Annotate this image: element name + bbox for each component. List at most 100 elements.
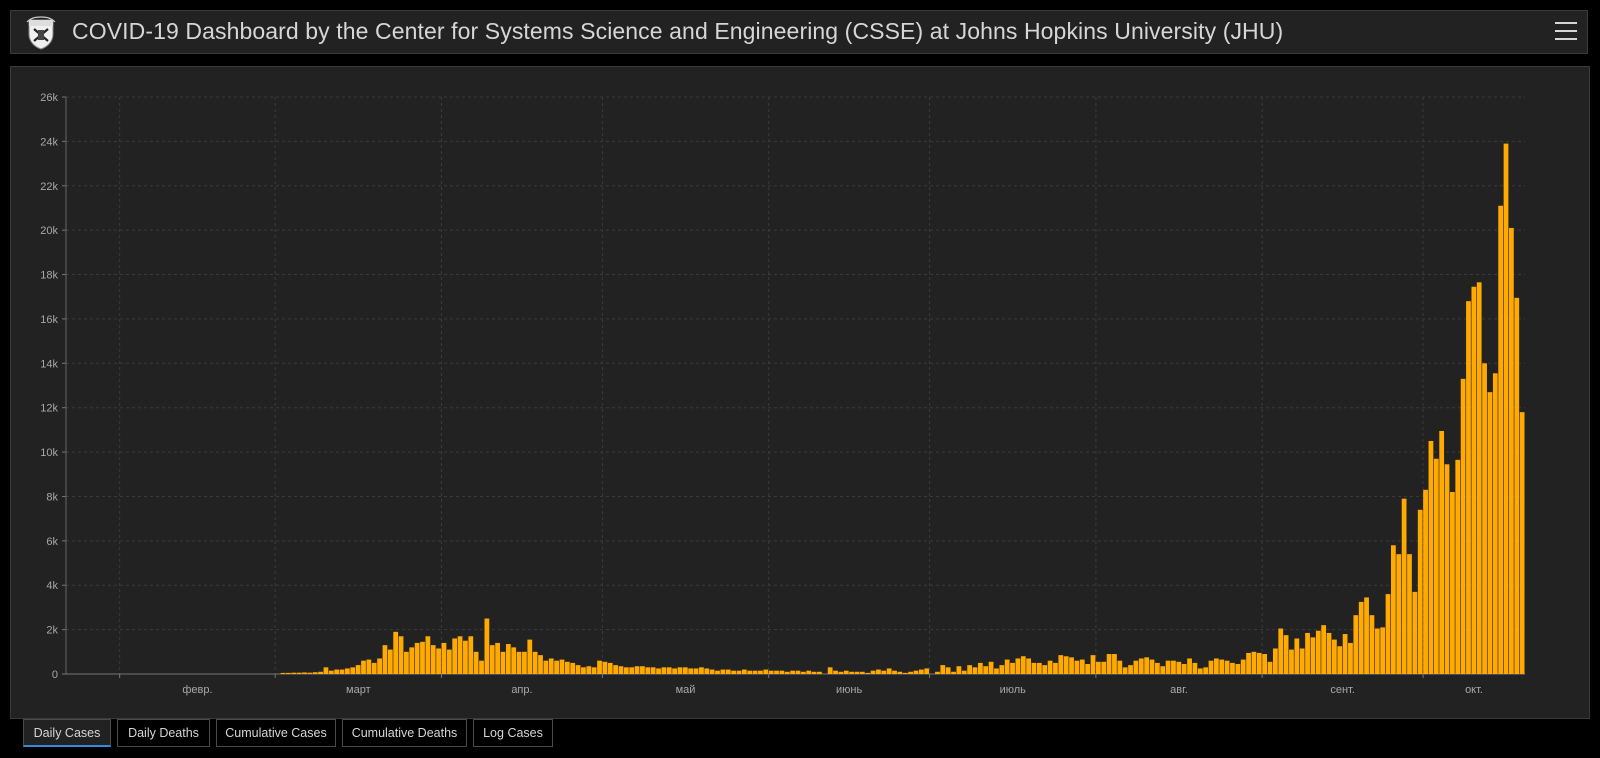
- chart-bar: [1492, 373, 1498, 674]
- x-tick-label: март: [346, 684, 371, 696]
- y-tick-label: 6k: [46, 536, 58, 548]
- chart-bar: [1090, 655, 1096, 674]
- chart-bar: [876, 669, 881, 674]
- chart-bar: [704, 668, 710, 674]
- chart-bar: [1026, 658, 1032, 674]
- chart-bar: [688, 668, 694, 674]
- chart-bar: [763, 669, 769, 674]
- chart-bar: [1358, 601, 1364, 675]
- chart-bar: [935, 671, 940, 674]
- chart-bar: [1015, 658, 1021, 674]
- chart-bar: [1036, 662, 1042, 674]
- chart-bar: [334, 669, 340, 674]
- chart-bar: [468, 636, 474, 674]
- chart-bar: [1471, 286, 1477, 674]
- chart-bar: [1460, 378, 1466, 674]
- chart-bar: [736, 670, 742, 674]
- chart-bar: [656, 668, 661, 674]
- chart-bar: [1208, 660, 1214, 674]
- chart-bar: [420, 641, 425, 674]
- chart-bar: [918, 669, 924, 674]
- tab-cumulative-cases[interactable]: Cumulative Cases: [216, 719, 336, 747]
- chart-bar: [677, 667, 683, 674]
- chart-bar: [768, 670, 774, 674]
- chart-bar: [940, 665, 946, 674]
- tab-daily-cases[interactable]: Daily Cases: [23, 719, 111, 747]
- chart-bar: [1085, 664, 1091, 674]
- chart-bar: [865, 672, 871, 674]
- chart-bar: [296, 672, 302, 674]
- chart-bar: [328, 670, 334, 674]
- chart-bar: [1391, 545, 1396, 674]
- chart-bar: [382, 645, 388, 674]
- y-tick-label: 26k: [40, 92, 58, 104]
- chart-bar: [693, 668, 699, 674]
- chart-bar: [597, 660, 602, 674]
- chart-bar: [377, 658, 382, 674]
- chart-bar: [1058, 655, 1064, 674]
- chart-bar: [1337, 646, 1343, 674]
- chart-bar: [795, 670, 801, 674]
- chart-bar: [897, 671, 903, 674]
- chart-bar: [870, 670, 876, 674]
- chart-bar: [720, 669, 726, 674]
- chart-bar: [774, 670, 779, 674]
- chart-bar: [1498, 205, 1504, 675]
- tab-log-cases[interactable]: Log Cases: [473, 719, 553, 747]
- chart-bar: [1423, 489, 1428, 674]
- chart-bar: [607, 662, 613, 674]
- chart-bar: [1278, 628, 1284, 674]
- chart-bar: [548, 658, 554, 674]
- chart-bar: [1042, 665, 1048, 674]
- chart-bar: [1299, 648, 1305, 674]
- y-tick-label: 2k: [46, 625, 58, 637]
- chart-bar: [570, 662, 576, 674]
- chart-bar: [323, 667, 329, 674]
- chart-bar: [1213, 658, 1219, 674]
- chart-bar: [463, 640, 468, 674]
- page-title: COVID-19 Dashboard by the Center for Sys…: [72, 18, 1284, 44]
- chart-bar: [731, 670, 736, 674]
- chart-bar: [350, 667, 356, 674]
- chart-bar: [817, 671, 822, 674]
- chart-bar: [393, 631, 399, 674]
- chart-bar: [811, 671, 817, 674]
- chart-bar: [913, 670, 919, 674]
- chart-bar: [961, 670, 967, 674]
- chart-bar: [1133, 660, 1139, 674]
- chart-bar: [361, 660, 366, 674]
- jhu-shield-logo: [26, 16, 56, 50]
- tab-cumulative-deaths[interactable]: Cumulative Deaths: [342, 719, 467, 747]
- chart-bar: [634, 666, 640, 674]
- dashboard-header: COVID-19 Dashboard by the Center for Sys…: [10, 10, 1588, 54]
- chart-bar: [586, 666, 592, 674]
- chart-bar: [1412, 591, 1418, 674]
- chart-bar: [886, 668, 892, 674]
- y-tick-label: 12k: [40, 403, 58, 415]
- chart-bar: [1428, 440, 1434, 674]
- chart-bar: [1385, 594, 1391, 674]
- y-tick-label: 20k: [40, 225, 58, 237]
- chart-bar: [1074, 660, 1080, 674]
- tab-daily-deaths[interactable]: Daily Deaths: [117, 719, 210, 747]
- chart-bar: [1374, 628, 1380, 674]
- chart-bar: [800, 671, 806, 674]
- chart-bar: [1503, 143, 1509, 675]
- chart-bar: [1364, 597, 1369, 674]
- chart-bar: [672, 668, 677, 674]
- chart-bar: [1396, 554, 1402, 674]
- chart-bar: [404, 651, 409, 674]
- chart-bar: [522, 651, 527, 674]
- chart-bar: [1455, 459, 1461, 674]
- hamburger-menu-icon[interactable]: [1555, 22, 1577, 42]
- chart-bar: [291, 672, 297, 674]
- chart-bar: [1176, 661, 1182, 674]
- chart-bar: [1240, 659, 1246, 674]
- chart-bar: [972, 667, 978, 674]
- chart-bar: [833, 670, 838, 674]
- chart-bar: [1433, 458, 1439, 674]
- chart-bar: [527, 639, 533, 674]
- x-tick-label: окт.: [1465, 684, 1483, 696]
- chart-bar: [1369, 615, 1375, 674]
- chart-bar: [752, 670, 758, 674]
